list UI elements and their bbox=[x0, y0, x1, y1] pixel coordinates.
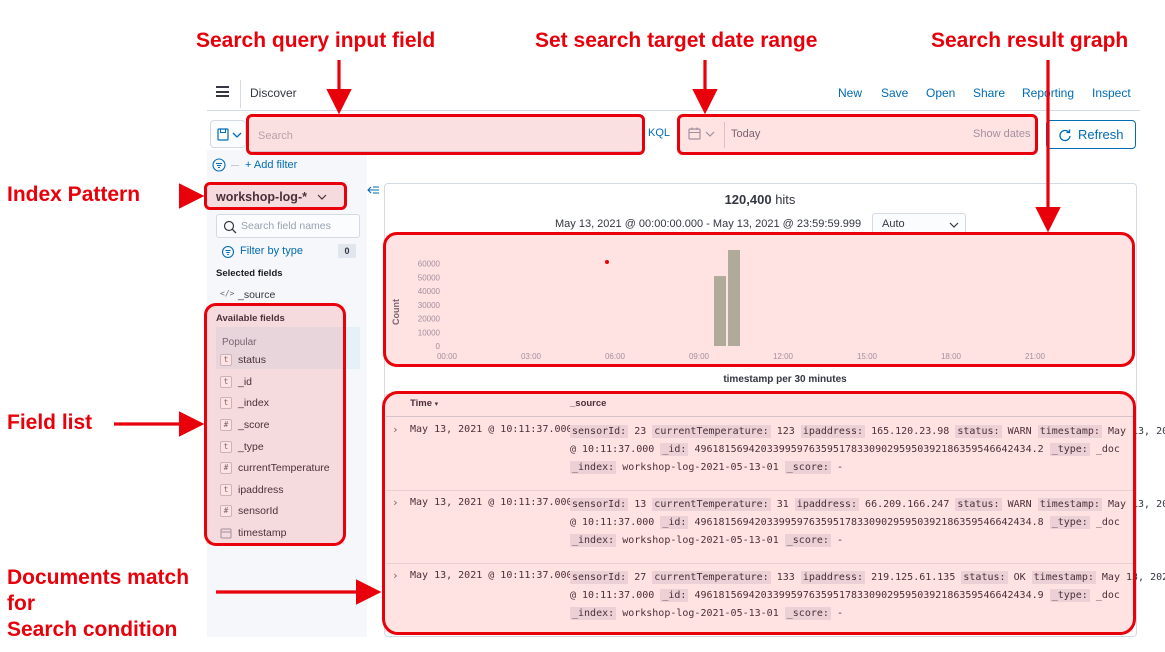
app-title: Discover bbox=[250, 86, 297, 100]
x-axis-label: timestamp per 30 minutes bbox=[723, 374, 847, 385]
field-search-placeholder: Search field names bbox=[241, 220, 331, 232]
add-filter-link[interactable]: + Add filter bbox=[245, 159, 297, 171]
annotation-documents-line1: Documents match bbox=[7, 566, 190, 589]
top-menu-new[interactable]: New bbox=[838, 86, 862, 100]
annotation-search-query: Search query input field bbox=[196, 29, 436, 52]
header-bottom-border bbox=[207, 110, 1140, 111]
time-range-text: May 13, 2021 @ 00:00:00.000 - May 13, 20… bbox=[555, 218, 862, 230]
top-menu-reporting[interactable]: Reporting bbox=[1022, 86, 1074, 100]
code-icon: </> bbox=[220, 289, 235, 298]
collapse-sidebar-icon[interactable] bbox=[367, 185, 381, 197]
documents-annotation-box bbox=[382, 391, 1136, 635]
selected-fields-title: Selected fields bbox=[216, 268, 283, 279]
refresh-button[interactable]: Refresh bbox=[1046, 120, 1136, 149]
filter-divider bbox=[231, 165, 239, 166]
chart-annotation-box bbox=[383, 232, 1135, 367]
saved-query-button[interactable] bbox=[210, 120, 246, 148]
top-menu-inspect[interactable]: Inspect bbox=[1092, 86, 1131, 100]
refresh-icon bbox=[1059, 129, 1071, 142]
selected-field-name: _source bbox=[238, 289, 276, 301]
annotation-field-list: Field list bbox=[7, 411, 93, 434]
search-annotation-box bbox=[246, 114, 645, 155]
top-menu-open[interactable]: Open bbox=[926, 86, 955, 100]
header-divider bbox=[240, 80, 241, 108]
date-annotation-box bbox=[677, 114, 1038, 155]
filter-type-icon bbox=[221, 245, 235, 259]
filter-icon[interactable] bbox=[211, 157, 227, 173]
kql-toggle[interactable]: KQL bbox=[648, 127, 670, 139]
annotation-documents-line2: for bbox=[7, 592, 35, 615]
filter-by-type-button[interactable]: Filter by type bbox=[240, 245, 303, 257]
hits-label: hits bbox=[775, 192, 796, 207]
saved-query-icon bbox=[217, 128, 242, 141]
index-pattern-annotation-box bbox=[204, 182, 347, 210]
interval-value: Auto bbox=[882, 218, 905, 230]
refresh-label: Refresh bbox=[1078, 127, 1124, 142]
hits-count: 120,400 bbox=[724, 192, 772, 207]
field-list-annotation-box bbox=[204, 303, 346, 546]
annotation-index-pattern: Index Pattern bbox=[7, 183, 141, 206]
menu-icon[interactable] bbox=[216, 86, 229, 97]
top-menu-share[interactable]: Share bbox=[973, 86, 1005, 100]
annotation-date-range: Set search target date range bbox=[535, 29, 818, 52]
filter-count-badge: 0 bbox=[338, 244, 356, 258]
annotation-result-graph: Search result graph bbox=[931, 29, 1129, 52]
chevron-down-icon bbox=[949, 222, 959, 228]
selected-field-source[interactable]: </> _source bbox=[220, 289, 275, 301]
top-menu-save[interactable]: Save bbox=[881, 86, 908, 100]
field-search-input[interactable]: Search field names bbox=[216, 214, 360, 238]
annotation-documents-line3: Search condition bbox=[7, 618, 178, 641]
hits-counter: 120,400 hits bbox=[700, 192, 820, 207]
search-icon bbox=[223, 220, 237, 234]
